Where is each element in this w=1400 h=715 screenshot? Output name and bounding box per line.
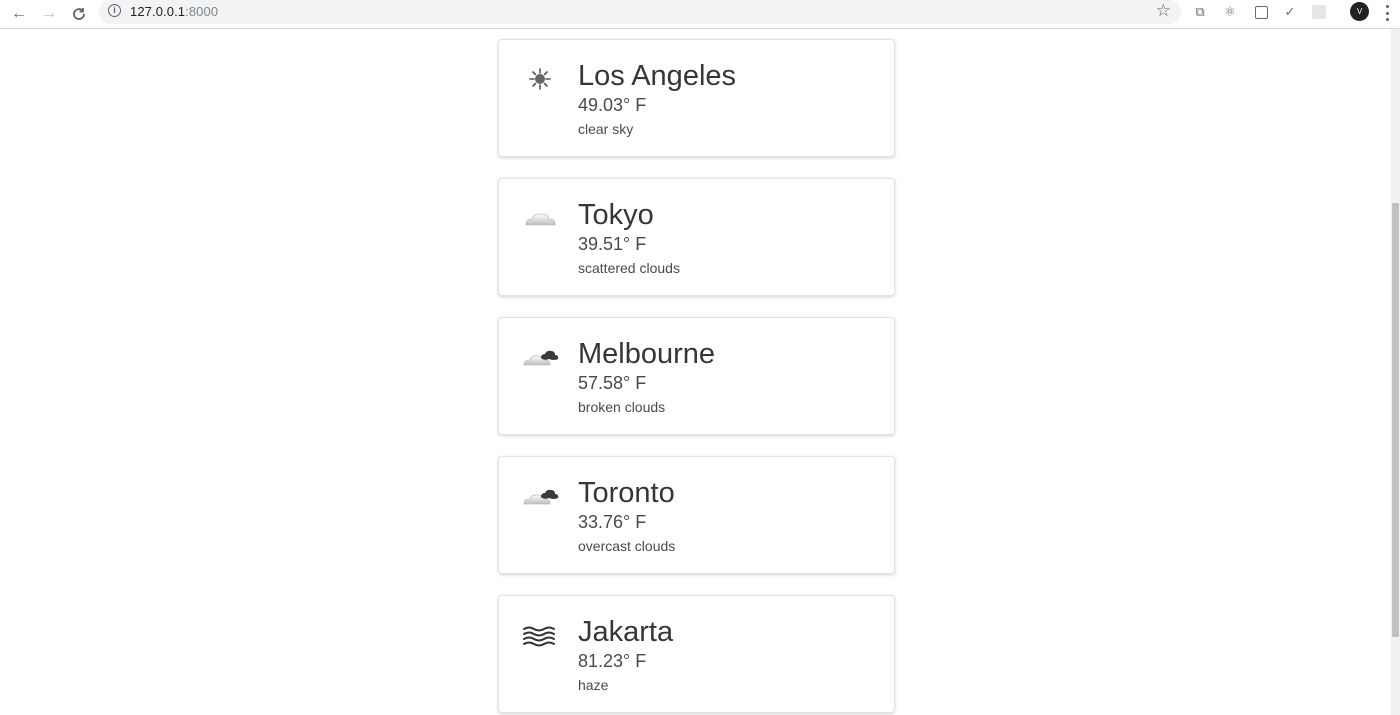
city-name: Toronto <box>578 477 675 509</box>
extension-pocket-icon[interactable] <box>1253 4 1269 20</box>
forward-arrow-icon[interactable]: → <box>37 2 61 26</box>
menu-dots-icon[interactable] <box>1382 3 1392 23</box>
city-name: Los Angeles <box>578 60 737 92</box>
temperature: 39.51° F <box>578 234 647 254</box>
weather-card: Jakarta 81.23° F haze <box>498 595 895 713</box>
city-name: Jakarta <box>578 616 674 648</box>
city-name: Tokyo <box>578 199 654 231</box>
weather-list: Los Angeles 49.03° F clear sky Tokyo 39.… <box>0 29 1391 715</box>
extension-blank-icon[interactable] <box>1311 4 1327 20</box>
temperature: 33.76° F <box>578 512 647 532</box>
temperature: 57.58° F <box>578 373 647 393</box>
weather-description: haze <box>578 677 609 693</box>
address-bar[interactable]: i 127.0.0.1:8000 ☆ <box>99 0 1181 24</box>
back-arrow-icon[interactable]: ← <box>7 2 31 26</box>
sun-icon <box>521 64 559 94</box>
profile-avatar[interactable]: V <box>1350 2 1369 21</box>
temperature: 49.03° F <box>578 95 647 115</box>
weather-description: broken clouds <box>578 399 666 415</box>
url-text: 127.0.0.1:8000 <box>130 4 219 19</box>
weather-description: scattered clouds <box>578 260 680 276</box>
cloud-icon <box>521 203 559 233</box>
scrollbar-thumb[interactable] <box>1392 203 1399 637</box>
extension-copy-icon[interactable]: ⧉ <box>1192 4 1208 20</box>
bookmark-star-icon[interactable]: ☆ <box>1156 1 1171 21</box>
reload-icon[interactable] <box>67 2 91 26</box>
broken-clouds-icon <box>521 342 559 372</box>
weather-card: Tokyo 39.51° F scattered clouds <box>498 178 895 296</box>
extension-check-icon[interactable]: ✓ <box>1282 4 1298 20</box>
page-scrollbar[interactable] <box>1391 29 1400 715</box>
broken-clouds-icon <box>521 481 559 511</box>
weather-card: Toronto 33.76° F overcast clouds <box>498 456 895 574</box>
temperature: 81.23° F <box>578 651 647 671</box>
city-name: Melbourne <box>578 338 716 370</box>
haze-icon <box>521 620 559 650</box>
site-info-icon[interactable]: i <box>108 4 121 17</box>
weather-description: overcast clouds <box>578 538 676 554</box>
weather-card: Los Angeles 49.03° F clear sky <box>498 39 895 157</box>
extension-python-icon[interactable]: ⚛ <box>1222 4 1238 20</box>
weather-description: clear sky <box>578 121 634 137</box>
weather-card: Melbourne 57.58° F broken clouds <box>498 317 895 435</box>
browser-toolbar: ← → i 127.0.0.1:8000 ☆ ⧉ ⚛ ✓ V <box>0 0 1400 29</box>
